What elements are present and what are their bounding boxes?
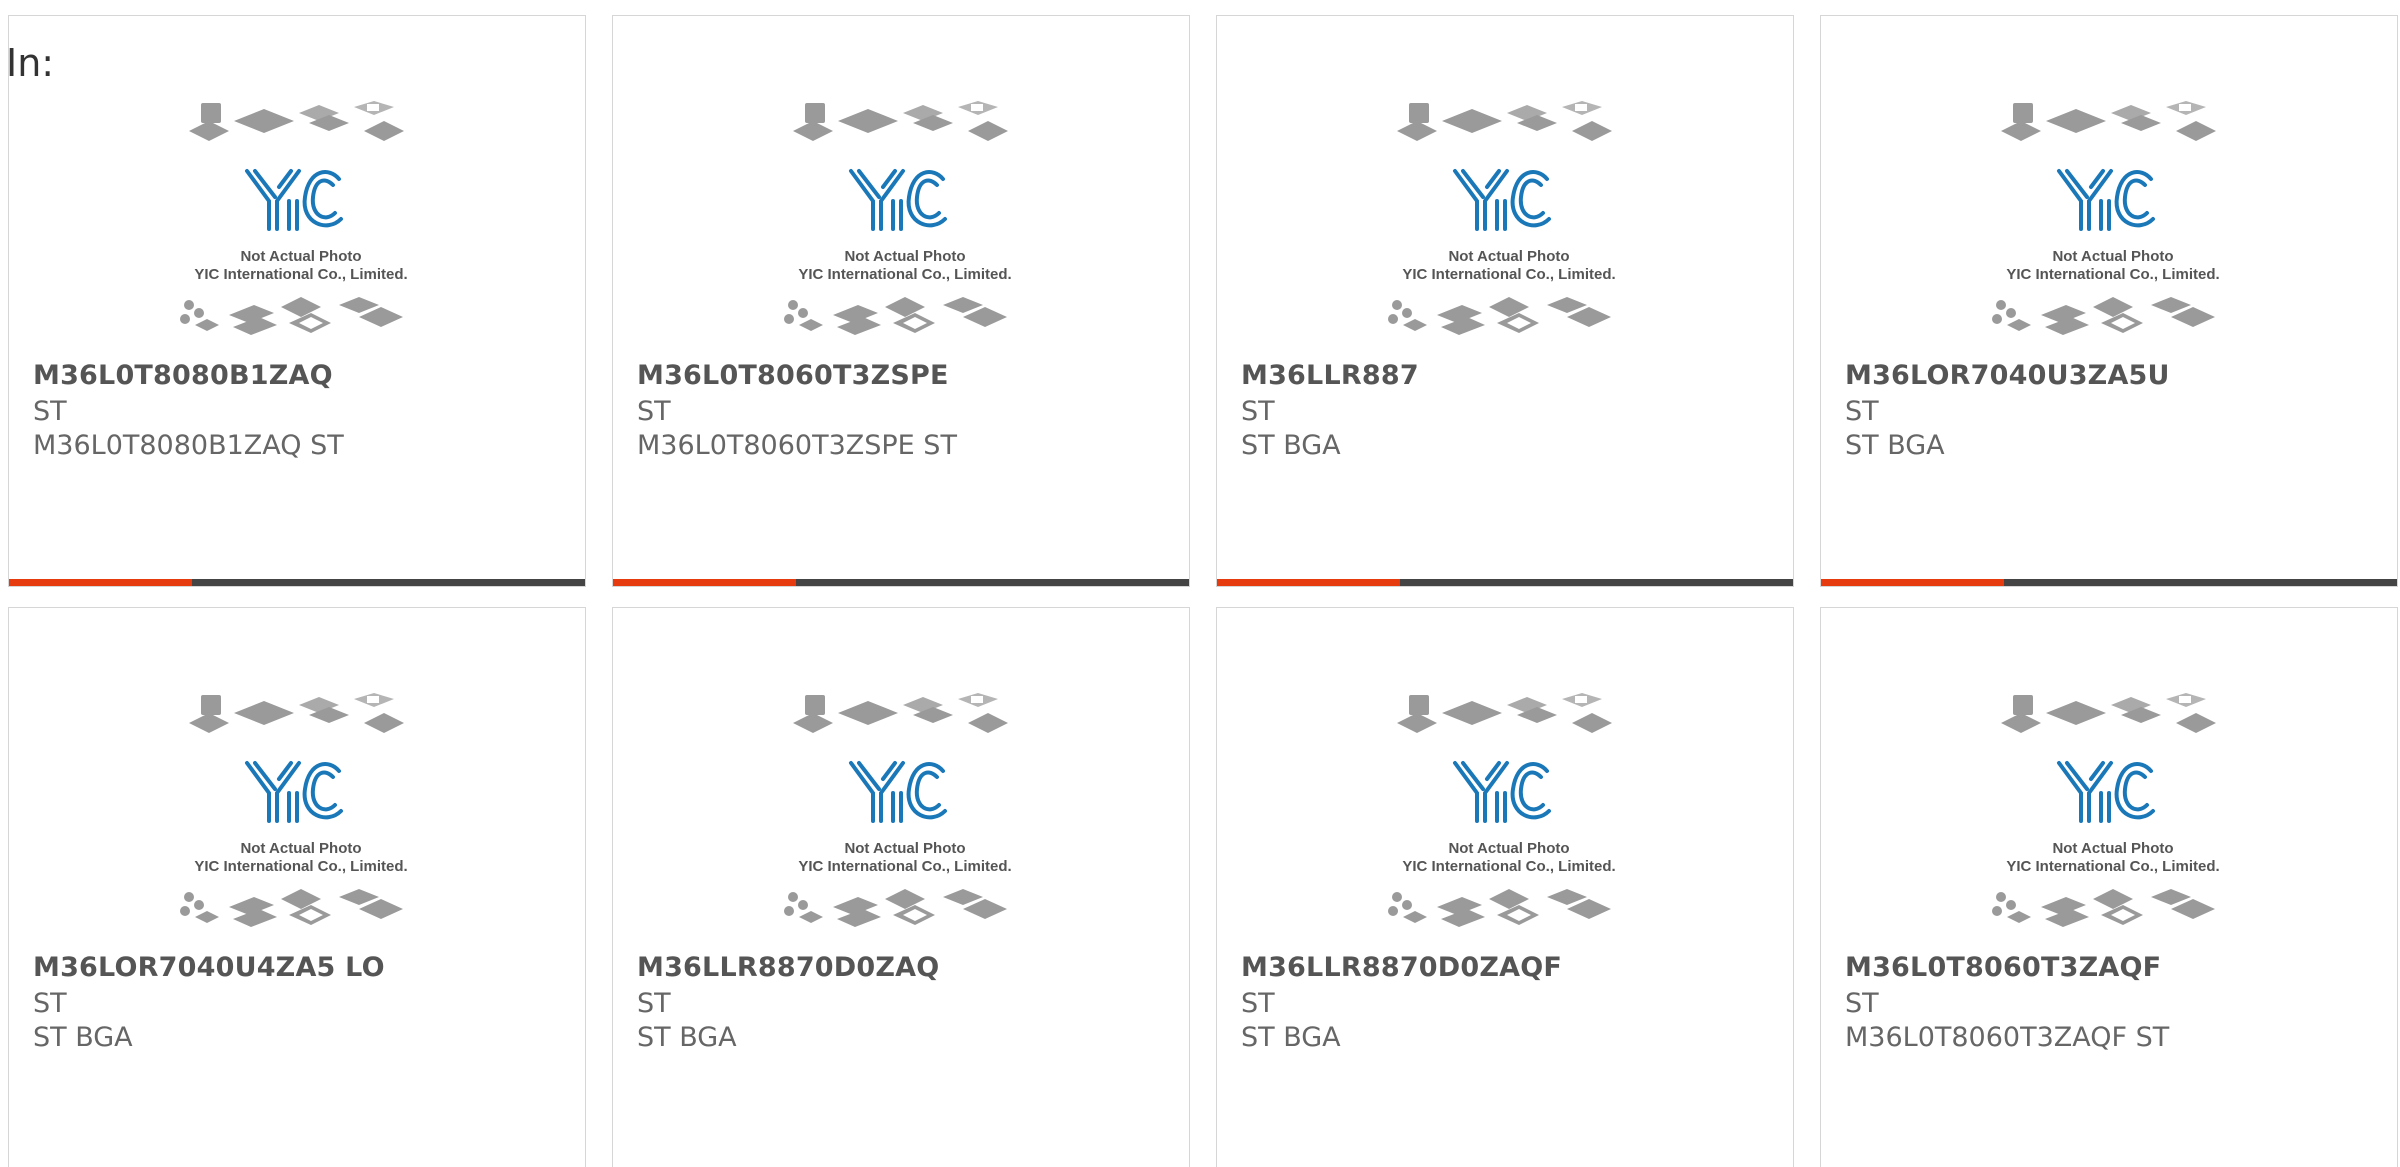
- company-caption: YIC International Co., Limited.: [194, 858, 407, 875]
- not-actual-photo-caption: Not Actual Photo: [2052, 248, 2173, 265]
- part-number-link[interactable]: M36L0T8080B1ZAQ: [33, 360, 333, 391]
- product-description: M36L0T8060T3ZAQF ST: [1845, 1022, 2170, 1053]
- product-card[interactable]: Not Actual Photo YIC International Co., …: [8, 607, 586, 1167]
- product-description: M36L0T8060T3ZSPE ST: [637, 430, 957, 461]
- chip-icon: [793, 693, 1008, 733]
- card-accent-bar: [613, 579, 796, 586]
- chip-icon: [189, 101, 404, 141]
- card-accent-bar: [1821, 579, 2004, 586]
- product-card[interactable]: Not Actual Photo YIC International Co., …: [8, 15, 586, 587]
- chip-icon: [180, 297, 403, 335]
- product-photo[interactable]: Not Actual Photo YIC International Co., …: [159, 693, 443, 943]
- product-photo[interactable]: Not Actual Photo YIC International Co., …: [763, 693, 1047, 943]
- chip-icon: [793, 101, 1008, 141]
- product-grid: Not Actual Photo YIC International Co., …: [8, 15, 2398, 1167]
- part-number-link[interactable]: M36L0T8060T3ZSPE: [637, 360, 949, 391]
- yic-logo-icon: [2057, 169, 2155, 231]
- manufacturer-label: ST: [1241, 988, 1275, 1019]
- chip-icon: [189, 693, 404, 733]
- company-caption: YIC International Co., Limited.: [2006, 266, 2219, 283]
- card-bottom-bar: [1217, 579, 1793, 586]
- card-bottom-bar: [613, 579, 1189, 586]
- product-card[interactable]: Not Actual Photo YIC International Co., …: [1820, 15, 2398, 587]
- company-caption: YIC International Co., Limited.: [1402, 858, 1615, 875]
- part-number-link[interactable]: M36LOR7040U4ZA5 LO: [33, 952, 385, 983]
- not-actual-photo-caption: Not Actual Photo: [2052, 840, 2173, 857]
- product-description: ST BGA: [33, 1022, 133, 1053]
- part-number-link[interactable]: M36LLR8870D0ZAQF: [1241, 952, 1562, 983]
- part-number-link[interactable]: M36LLR8870D0ZAQ: [637, 952, 939, 983]
- manufacturer-label: ST: [637, 396, 671, 427]
- not-actual-photo-caption: Not Actual Photo: [240, 840, 361, 857]
- not-actual-photo-caption: Not Actual Photo: [1448, 248, 1569, 265]
- not-actual-photo-caption: Not Actual Photo: [1448, 840, 1569, 857]
- not-actual-photo-caption: Not Actual Photo: [844, 840, 965, 857]
- not-actual-photo-caption: Not Actual Photo: [844, 248, 965, 265]
- part-number-link[interactable]: M36LOR7040U3ZA5U: [1845, 360, 2170, 391]
- chip-icon: [784, 889, 1007, 927]
- part-number-link[interactable]: M36LLR887: [1241, 360, 1419, 391]
- chip-icon: [2001, 101, 2216, 141]
- product-description: ST BGA: [1845, 430, 1945, 461]
- chip-icon: [1388, 889, 1611, 927]
- chip-icon: [180, 889, 403, 927]
- product-card[interactable]: Not Actual Photo YIC International Co., …: [1216, 607, 1794, 1167]
- product-photo[interactable]: Not Actual Photo YIC International Co., …: [1367, 693, 1651, 943]
- product-card[interactable]: Not Actual Photo YIC International Co., …: [1216, 15, 1794, 587]
- company-caption: YIC International Co., Limited.: [798, 858, 1011, 875]
- product-photo[interactable]: Not Actual Photo YIC International Co., …: [1971, 101, 2255, 351]
- chip-icon: [2001, 693, 2216, 733]
- in-label: In:: [6, 41, 55, 85]
- card-bottom-bar: [9, 579, 585, 586]
- yic-logo-icon: [245, 169, 343, 231]
- chip-icon: [1397, 693, 1612, 733]
- part-number-link[interactable]: M36L0T8060T3ZAQF: [1845, 952, 2161, 983]
- manufacturer-label: ST: [1845, 396, 1879, 427]
- manufacturer-label: ST: [33, 988, 67, 1019]
- card-accent-bar: [9, 579, 192, 586]
- yic-logo-icon: [1453, 761, 1551, 823]
- chip-icon: [1388, 297, 1611, 335]
- manufacturer-label: ST: [1845, 988, 1879, 1019]
- yic-logo-icon: [1453, 169, 1551, 231]
- product-photo[interactable]: Not Actual Photo YIC International Co., …: [159, 101, 443, 351]
- manufacturer-label: ST: [33, 396, 67, 427]
- company-caption: YIC International Co., Limited.: [1402, 266, 1615, 283]
- product-description: ST BGA: [1241, 430, 1341, 461]
- chip-icon: [784, 297, 1007, 335]
- company-caption: YIC International Co., Limited.: [2006, 858, 2219, 875]
- product-description: ST BGA: [1241, 1022, 1341, 1053]
- product-photo[interactable]: Not Actual Photo YIC International Co., …: [1367, 101, 1651, 351]
- product-description: M36L0T8080B1ZAQ ST: [33, 430, 344, 461]
- page: In: Not Actual Photo YIC International C…: [0, 0, 2400, 1167]
- product-description: ST BGA: [637, 1022, 737, 1053]
- product-card[interactable]: Not Actual Photo YIC International Co., …: [612, 15, 1190, 587]
- product-card[interactable]: Not Actual Photo YIC International Co., …: [1820, 607, 2398, 1167]
- card-accent-bar: [1217, 579, 1400, 586]
- yic-logo-icon: [849, 761, 947, 823]
- product-card[interactable]: Not Actual Photo YIC International Co., …: [612, 607, 1190, 1167]
- manufacturer-label: ST: [1241, 396, 1275, 427]
- yic-logo-icon: [245, 761, 343, 823]
- chip-icon: [1397, 101, 1612, 141]
- chip-icon: [1992, 297, 2215, 335]
- product-photo[interactable]: Not Actual Photo YIC International Co., …: [1971, 693, 2255, 943]
- chip-icon: [1992, 889, 2215, 927]
- company-caption: YIC International Co., Limited.: [798, 266, 1011, 283]
- yic-logo-icon: [2057, 761, 2155, 823]
- manufacturer-label: ST: [637, 988, 671, 1019]
- company-caption: YIC International Co., Limited.: [194, 266, 407, 283]
- not-actual-photo-caption: Not Actual Photo: [240, 248, 361, 265]
- yic-logo-icon: [849, 169, 947, 231]
- card-bottom-bar: [1821, 579, 2397, 586]
- product-photo[interactable]: Not Actual Photo YIC International Co., …: [763, 101, 1047, 351]
